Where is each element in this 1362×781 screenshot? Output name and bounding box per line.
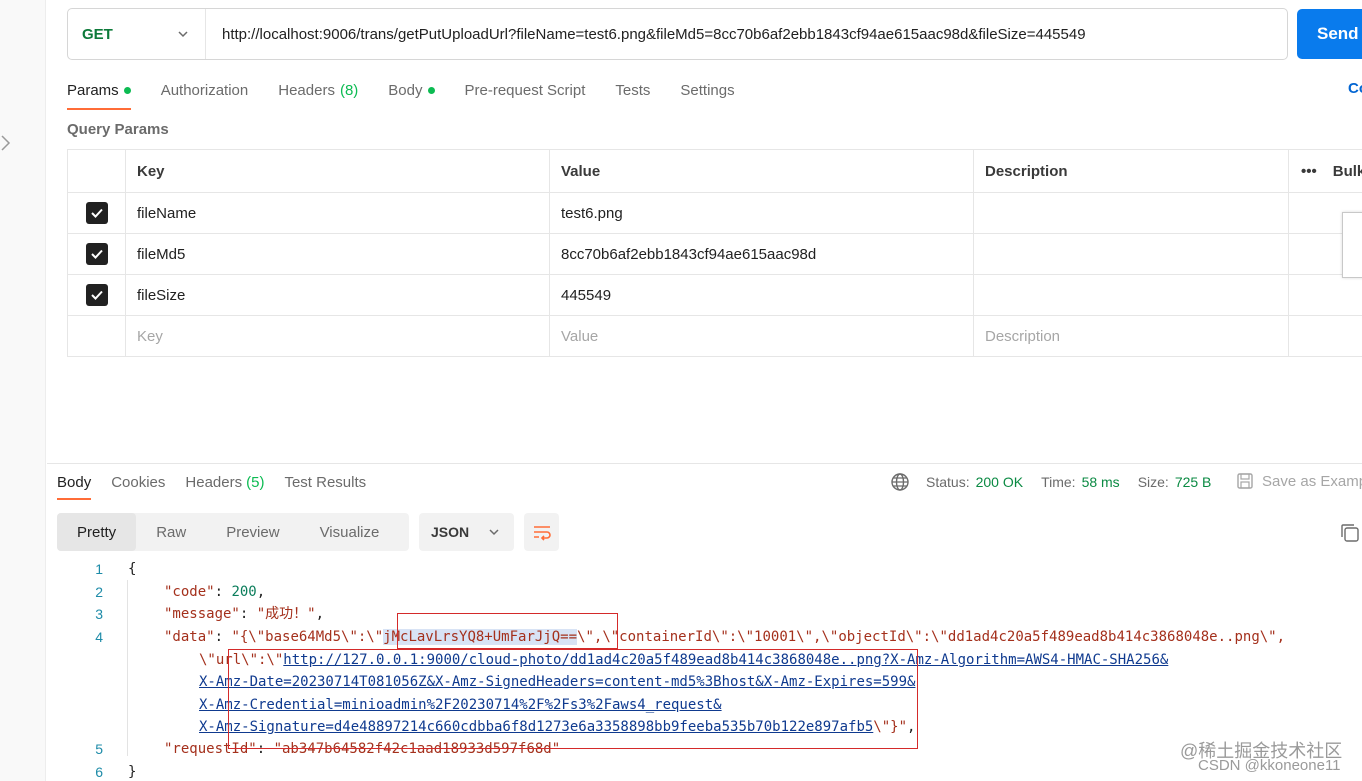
annotation-box (397, 613, 618, 649)
table-header-row: Key Value Description ••• Bulk (68, 150, 1362, 192)
send-button[interactable]: Send (1297, 9, 1362, 59)
format-select[interactable]: JSON (419, 513, 514, 551)
new-value-input[interactable]: Value (549, 316, 973, 356)
response-tabs: Body Cookies Headers (5) Test Results (57, 468, 386, 500)
request-tabs: Params Authorization Headers (8) Body Pre… (67, 74, 765, 110)
view-raw[interactable]: Raw (136, 513, 206, 551)
resp-tab-body[interactable]: Body (57, 468, 92, 500)
header-description: Description (973, 150, 1288, 192)
table-row: fileSize 445549 (68, 274, 1362, 315)
save-as-example-button[interactable]: Save as Examp (1236, 472, 1362, 490)
table-row: fileName test6.png (68, 192, 1362, 233)
bulk-edit[interactable]: ••• Bulk (1288, 150, 1362, 192)
param-key[interactable]: fileMd5 (125, 234, 549, 274)
header-key: Key (125, 150, 549, 192)
view-visualize[interactable]: Visualize (300, 513, 400, 551)
tab-tests[interactable]: Tests (615, 74, 650, 106)
check-icon (90, 249, 103, 259)
header-check-cell (68, 150, 125, 192)
new-key-input[interactable]: Key (125, 316, 549, 356)
wrap-icon (533, 526, 551, 541)
resp-tab-cookies[interactable]: Cookies (111, 468, 165, 496)
resp-tab-test-results[interactable]: Test Results (284, 468, 366, 496)
method-label: GET (82, 25, 113, 43)
header-value: Value (549, 150, 973, 192)
param-key[interactable]: fileName (125, 193, 549, 233)
row-checkbox[interactable] (85, 202, 108, 224)
url-input[interactable]: http://localhost:9006/trans/getPutUpload… (206, 26, 1086, 43)
save-icon (1237, 473, 1253, 489)
copy-icon[interactable] (1339, 522, 1361, 544)
param-key[interactable]: fileSize (125, 275, 549, 315)
watermark: CSDN @kkoneone11 (1198, 757, 1341, 774)
url-bar: GET http://localhost:9006/trans/getPutUp… (67, 8, 1288, 60)
param-value[interactable]: 8cc70b6af2ebb1843cf94ae615aac98d (549, 234, 973, 274)
view-preview[interactable]: Preview (206, 513, 299, 551)
table-row: fileMd5 8cc70b6af2ebb1843cf94ae615aac98d (68, 233, 1362, 274)
indent-guide (127, 580, 128, 756)
new-description-input[interactable]: Description (973, 316, 1288, 356)
chevron-down-icon (178, 31, 188, 38)
query-params-table: Key Value Description ••• Bulk fileName t… (67, 149, 1362, 357)
status-dot (427, 86, 435, 94)
sidebar-edge (0, 0, 46, 781)
param-description[interactable] (973, 234, 1288, 274)
wrap-lines-button[interactable] (524, 513, 559, 551)
param-description[interactable] (973, 193, 1288, 233)
check-icon (90, 290, 103, 300)
method-select[interactable]: GET (68, 9, 206, 59)
tab-headers[interactable]: Headers (8) (278, 74, 358, 106)
cookies-link[interactable]: Co (1348, 80, 1362, 97)
response-time[interactable]: 58 ms (1082, 474, 1120, 490)
globe-icon[interactable] (890, 472, 910, 492)
row-checkbox[interactable] (85, 243, 108, 265)
check-icon (90, 208, 103, 218)
chevron-right-icon[interactable] (0, 134, 14, 152)
tab-params[interactable]: Params (67, 74, 131, 110)
status-dot (123, 86, 131, 94)
response-divider (47, 463, 1362, 464)
annotation-box (228, 649, 918, 749)
tab-settings[interactable]: Settings (680, 74, 734, 106)
floating-widget[interactable] (1342, 212, 1362, 278)
status-code[interactable]: 200 OK (976, 474, 1023, 490)
param-value[interactable]: test6.png (549, 193, 973, 233)
query-params-title: Query Params (67, 121, 169, 138)
chevron-down-icon (489, 529, 499, 536)
resp-tab-headers[interactable]: Headers (5) (185, 468, 264, 496)
row-checkbox[interactable] (85, 284, 108, 306)
tab-pre-request-script[interactable]: Pre-request Script (465, 74, 586, 106)
param-value[interactable]: 445549 (549, 275, 973, 315)
param-description[interactable] (973, 275, 1288, 315)
response-status: Status: 200 OK Time: 58 ms Size: 725 B (890, 472, 1223, 492)
tab-authorization[interactable]: Authorization (161, 74, 249, 106)
table-row-new: Key Value Description (68, 315, 1362, 356)
response-size[interactable]: 725 B (1175, 474, 1212, 490)
view-mode-selector: Pretty Raw Preview Visualize (57, 513, 409, 551)
view-pretty[interactable]: Pretty (57, 513, 137, 551)
tab-body[interactable]: Body (388, 74, 435, 106)
more-icon[interactable]: ••• (1301, 163, 1317, 180)
